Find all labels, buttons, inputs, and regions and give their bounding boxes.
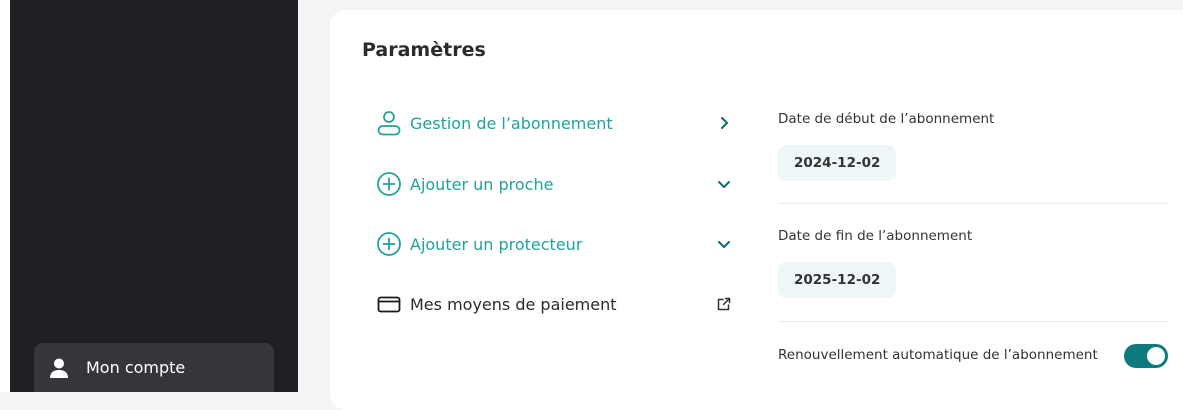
settings-panel: Paramètres Gestion de l’abonnement Ajout… [330,10,1183,410]
auto-renew-toggle[interactable] [1124,344,1168,368]
my-account-label: Mon compte [86,358,186,377]
plus-circle-icon [376,171,402,197]
page-title: Paramètres [362,39,486,61]
menu-item-payment-methods[interactable]: Mes moyens de paiement [376,287,734,321]
my-account-button[interactable]: Mon compte [34,343,274,392]
menu-item-label: Gestion de l’abonnement [410,113,613,133]
start-date-label: Date de début de l’abonnement [778,111,995,127]
chevron-right-icon [714,113,734,133]
chevron-down-icon [714,234,734,254]
chevron-down-icon [714,174,734,194]
user-icon [376,110,402,136]
menu-item-subscription-management[interactable]: Gestion de l’abonnement [376,106,734,140]
user-icon [48,357,70,379]
auto-renew-label: Renouvellement automatique de l’abonneme… [778,347,1098,363]
credit-card-icon [376,291,402,317]
window-edge [0,0,10,392]
end-date-value: 2025-12-02 [778,262,897,298]
menu-item-add-protector[interactable]: Ajouter un protecteur [376,227,734,261]
menu-item-label: Ajouter un proche [410,174,554,194]
divider [778,321,1168,322]
divider [778,203,1168,204]
external-link-icon [714,294,734,314]
menu-item-label: Ajouter un protecteur [410,234,583,254]
sidebar: Mon compte [10,0,298,392]
menu-item-label: Mes moyens de paiement [410,294,617,314]
start-date-value: 2024-12-02 [778,145,897,181]
plus-circle-icon [376,231,402,257]
menu-item-add-relative[interactable]: Ajouter un proche [376,167,734,201]
toggle-knob [1147,347,1165,365]
end-date-label: Date de fin de l’abonnement [778,228,973,244]
